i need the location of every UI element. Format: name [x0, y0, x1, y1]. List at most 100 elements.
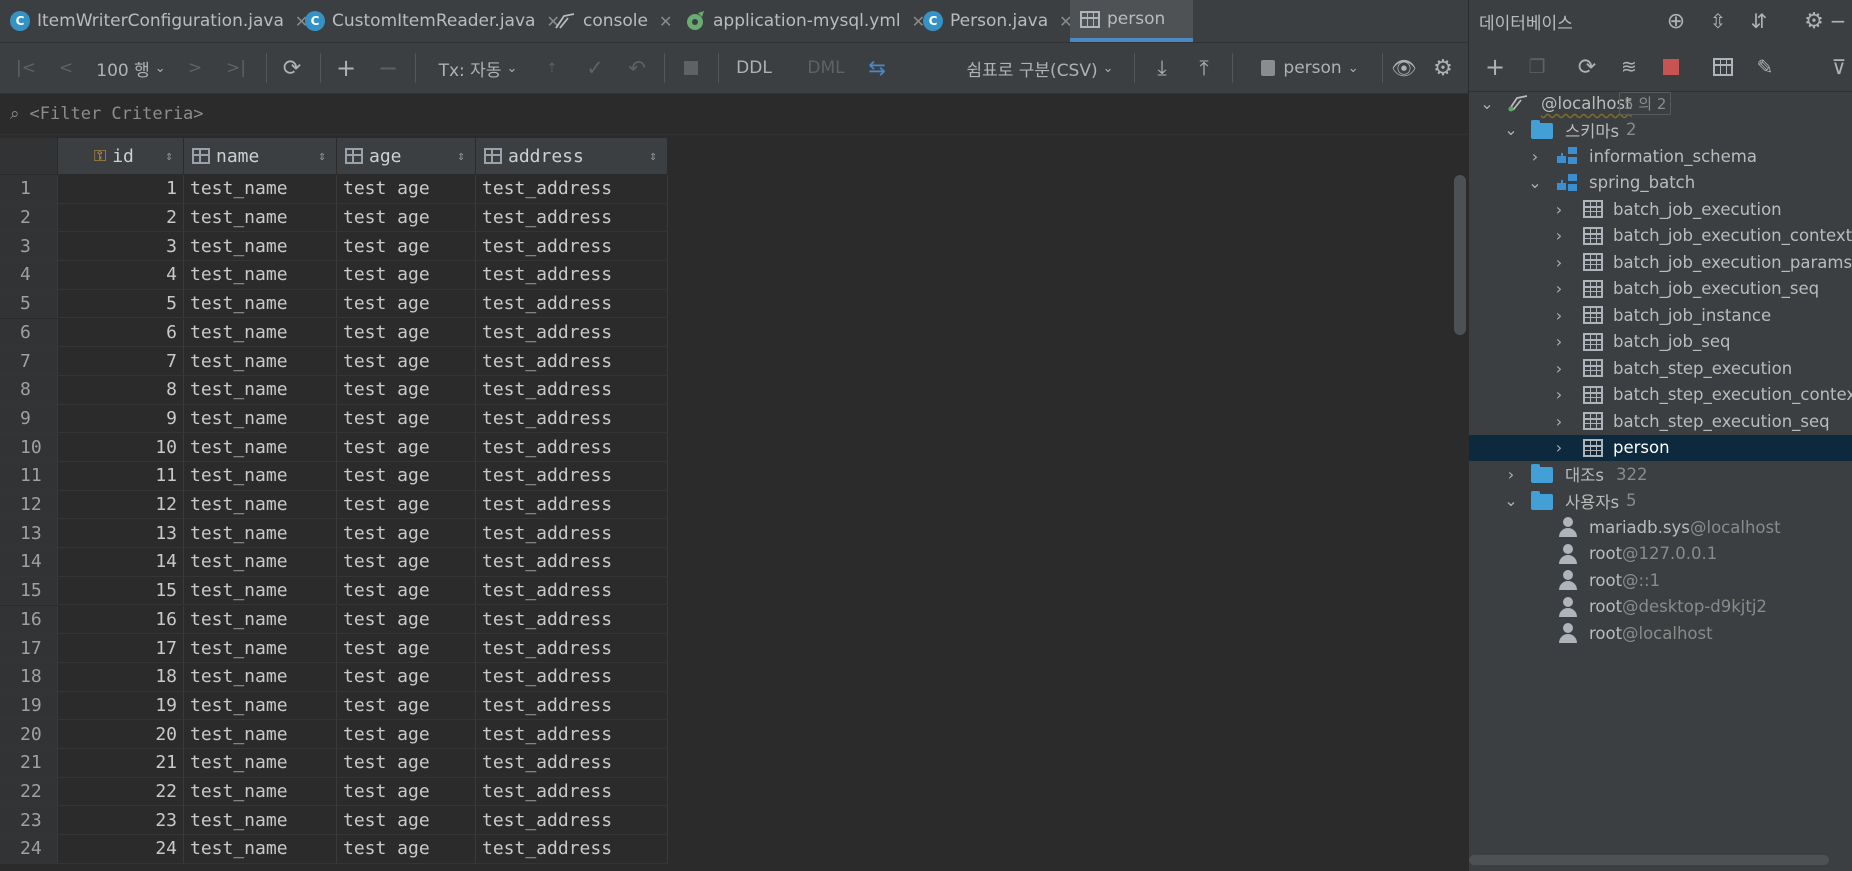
minimize-icon[interactable]: − [1825, 8, 1851, 34]
tab-person-table[interactable]: person [1070, 0, 1193, 42]
cell-name[interactable]: test_name [184, 318, 337, 348]
cell-name[interactable]: test_name [184, 835, 337, 864]
tree-user-root[interactable]: root @desktop-d9kjtj2 [1469, 594, 1852, 621]
table-view-icon[interactable] [1709, 53, 1737, 81]
cell-id[interactable]: 22 [58, 777, 184, 807]
cell-address[interactable]: test_address [476, 318, 668, 348]
cell-id[interactable]: 8 [58, 375, 184, 405]
table-row[interactable]: 15 15 test_name test age test_address [0, 576, 668, 606]
cell-name[interactable]: test_name [184, 691, 337, 721]
cell-name[interactable]: test_name [184, 490, 337, 520]
cell-address[interactable]: test_address [476, 232, 668, 262]
cell-age[interactable]: test age [337, 462, 476, 491]
cell-address[interactable]: test_address [476, 605, 668, 635]
dml-button[interactable]: DML [806, 43, 846, 93]
table-row[interactable]: 11 11 test_name test age test_address [0, 462, 668, 491]
sort-icon[interactable]: ⇕ [318, 149, 326, 164]
cell-name[interactable]: test_name [184, 462, 337, 491]
cell-address[interactable]: test_address [476, 777, 668, 807]
compare-icon[interactable]: ⇆ [862, 43, 892, 93]
cell-age[interactable]: test age [337, 318, 476, 348]
cell-name[interactable]: test_name [184, 347, 337, 376]
cell-age[interactable]: test age [337, 490, 476, 520]
cell-id[interactable]: 6 [58, 318, 184, 348]
table-row[interactable]: 21 21 test_name test age test_address [0, 749, 668, 778]
tree-schemas-folder[interactable]: ⌄ 스키마s 2 [1469, 117, 1852, 144]
cell-age[interactable]: test age [337, 720, 476, 749]
ddl-button[interactable]: DDL [736, 43, 772, 93]
transaction-mode-dropdown[interactable]: Tx: 자동 ⌄ [436, 43, 520, 93]
cell-age[interactable]: test age [337, 662, 476, 692]
table-row[interactable]: 22 22 test_name test age test_address [0, 777, 668, 807]
table-row[interactable]: 8 8 test_name test age test_address [0, 375, 668, 405]
table-row[interactable]: 6 6 test_name test age test_address [0, 318, 668, 348]
cell-age[interactable]: test age [337, 347, 476, 376]
cell-id[interactable]: 13 [58, 519, 184, 549]
cell-address[interactable]: test_address [476, 749, 668, 778]
cell-id[interactable]: 15 [58, 576, 184, 606]
settings-gear-icon[interactable]: ⚙ [1801, 8, 1827, 34]
cell-age[interactable]: test age [337, 749, 476, 778]
target-icon[interactable]: ⊕ [1663, 8, 1689, 34]
cell-address[interactable]: test_address [476, 347, 668, 376]
tab-application-mysql[interactable]: application-mysql.yml ✕ [674, 0, 935, 42]
table-row[interactable]: 20 20 test_name test age test_address [0, 720, 668, 749]
rows-per-page-dropdown[interactable]: 100 행 ⌄ [92, 43, 170, 93]
tree-schema-information-schema[interactable]: › information_schema [1469, 143, 1852, 170]
add-row-icon[interactable]: + [332, 43, 360, 93]
tab-console[interactable]: console ✕ [544, 0, 682, 42]
cell-age[interactable]: test age [337, 634, 476, 663]
add-icon[interactable]: + [1481, 53, 1509, 81]
delete-row-icon[interactable]: − [374, 43, 402, 93]
cell-id[interactable]: 21 [58, 749, 184, 778]
column-header-age[interactable]: age ⇕ [337, 138, 476, 174]
cell-id[interactable]: 11 [58, 462, 184, 491]
tab-custom-item-reader[interactable]: C CustomItemReader.java ✕ [295, 0, 570, 42]
cell-id[interactable]: 7 [58, 347, 184, 376]
cell-age[interactable]: test age [337, 375, 476, 405]
table-row[interactable]: 1 1 test_name test age test_address [0, 175, 668, 204]
cell-age[interactable]: test age [337, 691, 476, 721]
cell-id[interactable]: 17 [58, 634, 184, 663]
table-row[interactable]: 9 9 test_name test age test_address [0, 404, 668, 434]
cell-age[interactable]: test age [337, 232, 476, 262]
cell-name[interactable]: test_name [184, 433, 337, 462]
cell-id[interactable]: 18 [58, 662, 184, 692]
table-row[interactable]: 3 3 test_name test age test_address [0, 232, 668, 262]
cell-id[interactable]: 20 [58, 720, 184, 749]
edit-pencil-icon[interactable]: ✎ [1751, 53, 1779, 81]
cell-address[interactable]: test_address [476, 548, 668, 577]
cell-address[interactable]: test_address [476, 375, 668, 405]
cell-address[interactable]: test_address [476, 835, 668, 864]
tree-table-batch-step-execution[interactable]: › batch_step_execution [1469, 355, 1852, 382]
cell-address[interactable]: test_address [476, 806, 668, 836]
table-row[interactable]: 10 10 test_name test age test_address [0, 433, 668, 462]
cell-name[interactable]: test_name [184, 261, 337, 290]
sort-icon[interactable]: ⇕ [649, 149, 657, 164]
rollback-icon[interactable]: ↶ [624, 43, 650, 93]
cell-id[interactable]: 16 [58, 605, 184, 635]
cell-address[interactable]: test_address [476, 576, 668, 606]
table-selector-dropdown[interactable]: person ⌄ [1250, 43, 1370, 93]
cell-age[interactable]: test age [337, 203, 476, 233]
upload-icon[interactable]: ⤒ [1190, 43, 1218, 93]
table-row[interactable]: 24 24 test_name test age test_address [0, 835, 668, 864]
cell-address[interactable]: test_address [476, 175, 668, 204]
cell-address[interactable]: test_address [476, 720, 668, 749]
cell-name[interactable]: test_name [184, 662, 337, 692]
column-header-id[interactable]: ⚿ id ⇕ [58, 138, 184, 174]
horizontal-scrollbar[interactable] [1469, 855, 1829, 865]
tree-table-batch-job-execution-context[interactable]: › batch_job_execution_context [1469, 223, 1852, 250]
cell-age[interactable]: test age [337, 519, 476, 549]
collapse-all-icon[interactable]: ⇵ [1746, 8, 1772, 34]
cell-name[interactable]: test_name [184, 806, 337, 836]
cell-id[interactable]: 2 [58, 203, 184, 233]
filter-bar[interactable]: ⌕ <Filter Criteria> [0, 94, 1468, 135]
export-format-dropdown[interactable]: 쉼표로 구분(CSV) ⌄ [962, 43, 1118, 93]
cell-id[interactable]: 19 [58, 691, 184, 721]
tree-table-batch-job-instance[interactable]: › batch_job_instance [1469, 302, 1852, 329]
cell-id[interactable]: 3 [58, 232, 184, 262]
table-row[interactable]: 5 5 test_name test age test_address [0, 289, 668, 319]
tree-table-batch-step-execution-context[interactable]: › batch_step_execution_context [1469, 382, 1852, 409]
cell-age[interactable]: test age [337, 261, 476, 290]
